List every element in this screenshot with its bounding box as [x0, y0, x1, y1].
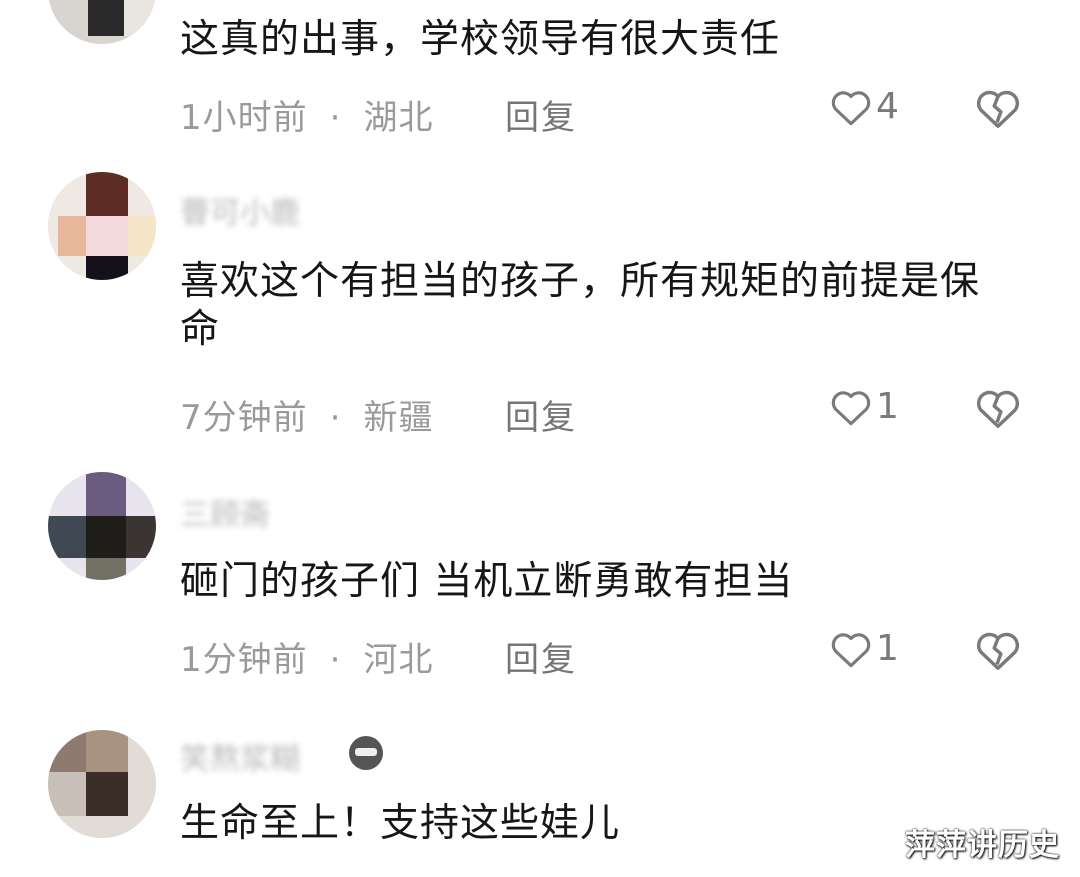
like-count: 1 — [876, 386, 899, 427]
comment-text: 喜欢这个有担当的孩子，所有规矩的前提是保命 — [180, 259, 981, 352]
meta-separator: · — [329, 398, 342, 438]
comment-text: 砸门的孩子们 当机立断勇敢有担当 — [180, 559, 794, 604]
avatar[interactable] — [48, 472, 156, 580]
broken-heart-icon[interactable] — [975, 386, 1021, 430]
comment-meta: 7分钟前 · 新疆 — [180, 390, 433, 439]
heart-outline-icon — [831, 90, 871, 125]
comment-meta: 1分钟前 · 河北 — [180, 632, 433, 681]
like-count: 4 — [876, 86, 899, 127]
broken-heart-icon[interactable] — [975, 86, 1021, 130]
comment-time: 1分钟前 — [180, 640, 308, 680]
comment-location: 湖北 — [363, 98, 434, 138]
reply-button[interactable]: 回复 — [505, 632, 577, 681]
comment-text: 这真的出事，学校领导有很大责任 — [180, 17, 781, 62]
comment-location: 新疆 — [363, 398, 434, 438]
like-count: 1 — [876, 628, 899, 669]
avatar[interactable] — [48, 730, 156, 838]
username[interactable]: 瞢可小鹿 — [180, 188, 300, 232]
comment-location: 河北 — [363, 640, 434, 680]
broken-heart-icon[interactable] — [975, 628, 1021, 672]
comment-meta: 1小时前 · 湖北 — [180, 90, 433, 139]
comment-time: 1小时前 — [180, 98, 308, 138]
heart-outline-icon — [831, 632, 871, 667]
meta-separator: · — [329, 640, 342, 680]
avatar[interactable] — [48, 0, 156, 44]
meta-separator: · — [329, 98, 342, 138]
reply-button[interactable]: 回复 — [505, 390, 577, 439]
watermark: 萍萍讲历史 — [905, 828, 1060, 863]
like-button[interactable]: 1 — [830, 386, 899, 427]
reply-button[interactable]: 回复 — [505, 90, 577, 139]
username[interactable]: 三顾斋 — [180, 490, 270, 534]
heart-outline-icon — [831, 390, 871, 425]
like-button[interactable]: 4 — [830, 86, 899, 127]
username-text: 笑熬浆糊 — [180, 742, 300, 777]
username[interactable]: 笑熬浆糊 — [180, 734, 300, 778]
comment-text: 生命至上！支持这些娃儿 — [180, 801, 621, 846]
ninja-emoji-icon — [349, 736, 383, 770]
avatar[interactable] — [48, 172, 156, 280]
comment-time: 7分钟前 — [180, 398, 308, 438]
like-button[interactable]: 1 — [830, 628, 899, 669]
